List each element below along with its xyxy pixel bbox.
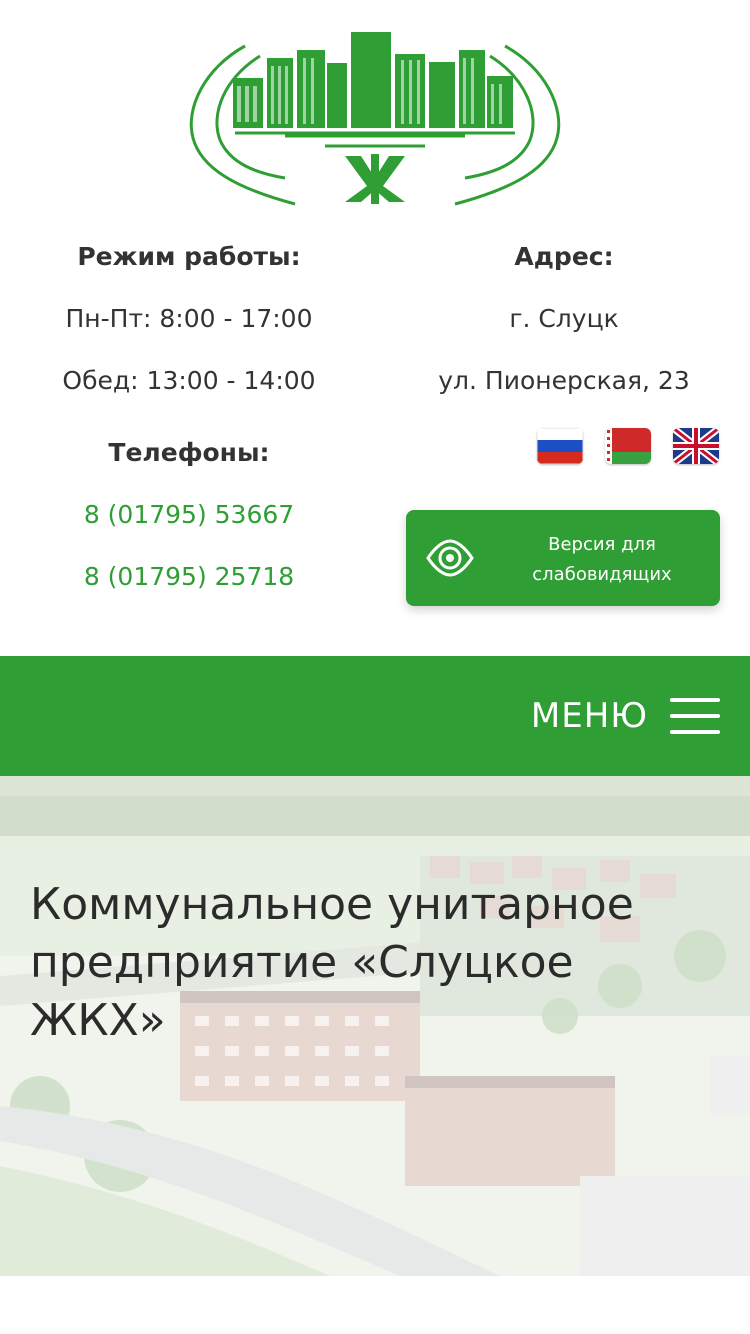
- belarus-flag-icon[interactable]: [605, 428, 651, 464]
- address-label: Адрес:: [514, 242, 614, 271]
- company-logo[interactable]: [185, 28, 565, 208]
- phones-label: Телефоны:: [108, 438, 270, 467]
- accessibility-label-line1: Версия для: [548, 534, 656, 555]
- hamburger-icon[interactable]: [670, 698, 720, 734]
- accessibility-label-line2: слабовидящих: [532, 564, 672, 585]
- menu-button-label[interactable]: МЕНЮ: [531, 696, 648, 736]
- weekday-hours: Пн-Пт: 8:00 - 17:00: [65, 304, 313, 333]
- phone-link-1[interactable]: 8 (01795) 53667: [0, 500, 378, 529]
- eye-icon: [426, 539, 474, 577]
- address-city: г. Слуцк: [509, 304, 619, 333]
- russia-flag-icon[interactable]: [537, 428, 583, 464]
- accessibility-label: Версия для слабовидящих: [504, 530, 700, 590]
- visually-impaired-version-button[interactable]: Версия для слабовидящих: [406, 510, 720, 606]
- phone-link-2[interactable]: 8 (01795) 25718: [0, 562, 378, 591]
- uk-flag-icon[interactable]: [673, 428, 719, 464]
- lunch-hours: Обед: 13:00 - 14:00: [62, 366, 316, 395]
- working-hours-label: Режим работы:: [77, 242, 301, 271]
- hero-title: Коммунальное унитарное предприятие «Слуц…: [30, 879, 634, 1046]
- hero-banner: Коммунальное унитарное предприятие «Слуц…: [0, 776, 750, 1276]
- address-street: ул. Пионерская, 23: [438, 366, 690, 395]
- main-menu-bar: МЕНЮ: [0, 656, 750, 776]
